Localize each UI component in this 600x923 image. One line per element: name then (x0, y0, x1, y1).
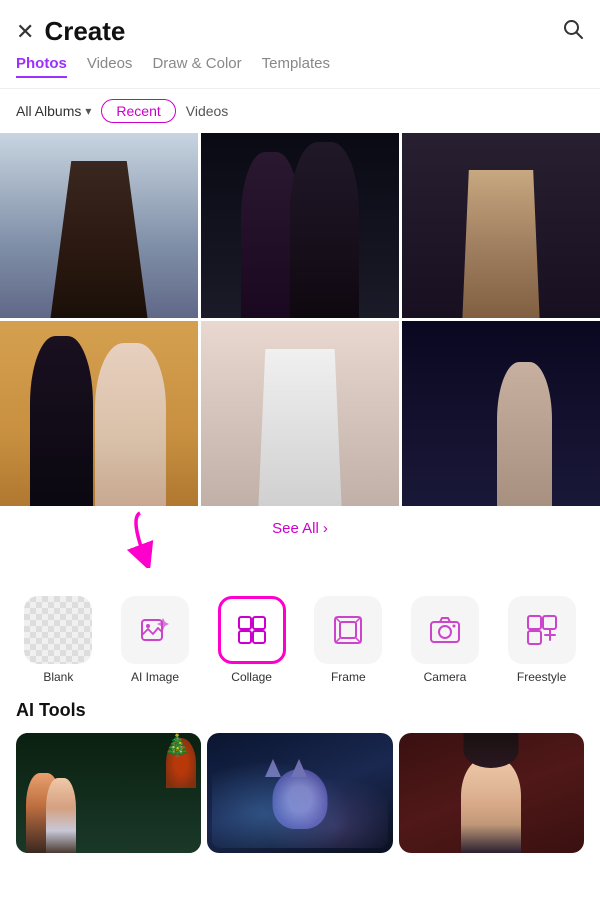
search-icon[interactable] (562, 18, 584, 46)
photo-scene-2 (201, 133, 399, 318)
ai-image-label: AI Image (131, 670, 179, 684)
photo-cell-3[interactable] (402, 133, 600, 318)
freestyle-label: Freestyle (517, 670, 566, 684)
photo-cell-4[interactable] (0, 321, 198, 506)
blank-icon-box (24, 596, 92, 664)
tool-freestyle[interactable]: Freestyle (508, 596, 576, 684)
collage-label: Collage (231, 670, 272, 684)
ai-tools-grid: 🎄 (16, 733, 584, 853)
tool-camera[interactable]: Camera (411, 596, 479, 684)
frame-icon-box (314, 596, 382, 664)
close-icon[interactable]: ✕ (16, 19, 34, 45)
tab-draw-color[interactable]: Draw & Color (152, 55, 241, 78)
ai-tool-card-3[interactable] (399, 733, 584, 853)
photo-scene-3 (402, 133, 600, 318)
page-title: Create (44, 16, 125, 47)
camera-label: Camera (424, 670, 467, 684)
ai-tool-card-1[interactable]: 🎄 (16, 733, 201, 853)
tab-templates[interactable]: Templates (262, 55, 330, 78)
tool-ai-image[interactable]: AI Image (121, 596, 189, 684)
photo-scene-6 (402, 321, 600, 506)
photo-cell-5[interactable] (201, 321, 399, 506)
photo-cell-6[interactable] (402, 321, 600, 506)
ai-tool-card-2[interactable] (207, 733, 392, 853)
tool-blank[interactable]: Blank (24, 596, 92, 684)
photo-scene-5 (201, 321, 399, 506)
tool-collage[interactable]: Collage (218, 596, 286, 684)
header-left: ✕ Create (16, 16, 125, 47)
see-all-chevron: › (323, 520, 328, 537)
camera-icon-box (411, 596, 479, 664)
chevron-down-icon: ▾ (85, 104, 91, 118)
freestyle-icon-box (508, 596, 576, 664)
see-all-section: See All › (0, 506, 600, 586)
nav-tabs: Photos Videos Draw & Color Templates (0, 55, 600, 89)
tools-row: Blank AI Image Collage (0, 586, 600, 684)
arrow-annotation (110, 508, 190, 573)
ai-tools-title: AI Tools (16, 700, 584, 721)
photo-grid (0, 133, 600, 506)
photo-scene-4 (0, 321, 198, 506)
tool-frame[interactable]: Frame (314, 596, 382, 684)
frame-label: Frame (331, 670, 366, 684)
ai-tools-section: AI Tools 🎄 (0, 684, 600, 853)
tab-videos[interactable]: Videos (87, 55, 133, 78)
photo-scene-1 (0, 133, 198, 318)
collage-icon-box (218, 596, 286, 664)
filter-bar: All Albums ▾ Recent Videos (0, 89, 600, 133)
tab-photos[interactable]: Photos (16, 55, 67, 78)
photo-cell-2[interactable] (201, 133, 399, 318)
header: ✕ Create (0, 0, 600, 55)
videos-filter[interactable]: Videos (186, 103, 229, 119)
all-albums-dropdown[interactable]: All Albums ▾ (16, 103, 91, 119)
see-all-link[interactable]: See All (272, 520, 319, 537)
recent-filter[interactable]: Recent (101, 99, 175, 123)
photo-cell-1[interactable] (0, 133, 198, 318)
see-all-row: See All › (0, 506, 600, 547)
ai-image-icon-box (121, 596, 189, 664)
blank-label: Blank (43, 670, 73, 684)
all-albums-label: All Albums (16, 103, 81, 119)
